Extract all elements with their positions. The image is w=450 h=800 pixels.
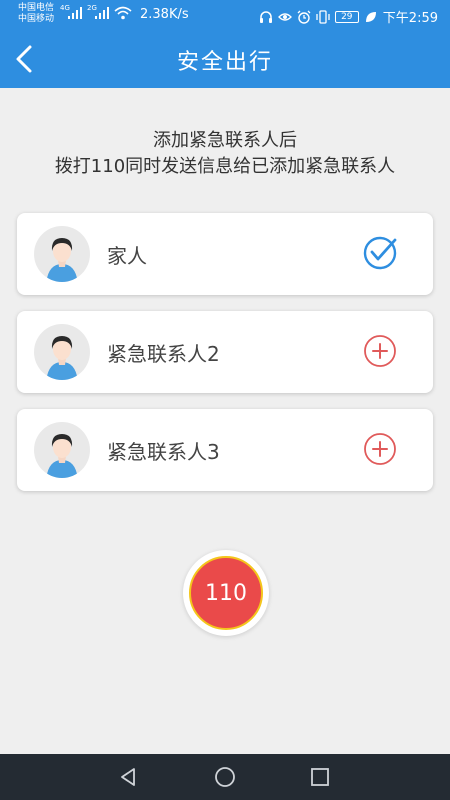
eye-icon — [277, 12, 292, 21]
contact-card-2[interactable]: 紧急联系人2 — [17, 311, 433, 393]
clock: 下午2:59 — [382, 11, 438, 26]
system-navigation-bar — [0, 754, 450, 800]
avatar — [34, 226, 90, 282]
user-avatar-icon — [46, 238, 78, 282]
status-bar: 中国电信 中国移动 4G 2G 2.38K/s 29 下午2:59 — [0, 0, 450, 30]
contact-name: 家人 — [107, 244, 147, 268]
signal-icon — [68, 7, 82, 19]
recent-apps-square-icon[interactable] — [308, 765, 332, 789]
status-icons: 29 下午2:59 — [259, 7, 438, 26]
plus-circle-icon[interactable] — [362, 431, 398, 467]
call-110-button[interactable]: 110 — [183, 550, 269, 636]
avatar — [34, 324, 90, 380]
intro-line-1: 添加紧急联系人后 — [153, 130, 297, 151]
user-avatar-icon — [46, 434, 78, 478]
leaf-icon — [365, 11, 376, 22]
vibrate-icon — [316, 9, 330, 24]
signal-icon — [95, 7, 109, 19]
wifi-icon — [114, 6, 132, 20]
call-110-label: 110 — [189, 556, 263, 630]
plus-circle-icon[interactable] — [362, 333, 398, 369]
page-title: 安全出行 — [176, 50, 273, 75]
navigation-bar: 安全出行 — [0, 30, 450, 88]
contact-card-1[interactable]: 家人 — [17, 213, 433, 295]
carrier-info: 中国电信 中国移动 — [18, 3, 54, 25]
intro-text: 添加紧急联系人后 拨打110同时发送信息给已添加紧急联系人 — [0, 128, 450, 180]
contact-name: 紧急联系人2 — [107, 342, 220, 366]
headphones-icon — [259, 10, 272, 23]
battery-icon: 29 — [334, 10, 359, 23]
avatar — [34, 422, 90, 478]
contact-card-3[interactable]: 紧急联系人3 — [17, 409, 433, 491]
carrier-1: 中国电信 — [18, 3, 55, 13]
alarm-icon — [297, 10, 311, 24]
header-bar: 中国电信 中国移动 4G 2G 2.38K/s 29 下午2:59 安全出行 — [0, 0, 450, 88]
intro-line-2: 拨打110同时发送信息给已添加紧急联系人 — [54, 156, 396, 177]
home-circle-icon[interactable] — [213, 765, 237, 789]
contact-name: 紧急联系人3 — [107, 440, 220, 464]
carrier-2: 中国移动 — [18, 14, 55, 24]
network-speed: 2.38K/s — [140, 7, 189, 22]
back-triangle-icon[interactable] — [116, 765, 140, 789]
check-circle-icon[interactable] — [362, 235, 398, 271]
user-avatar-icon — [46, 336, 78, 380]
